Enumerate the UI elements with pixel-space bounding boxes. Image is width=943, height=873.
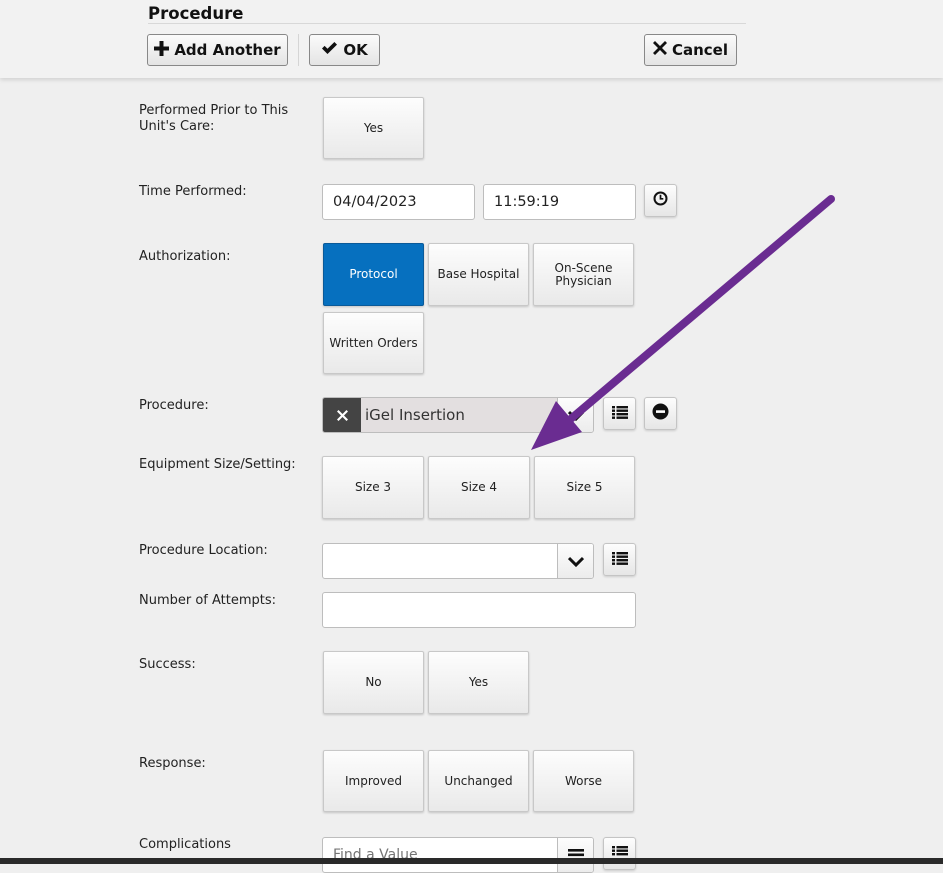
annotation-arrow-icon	[531, 195, 835, 450]
